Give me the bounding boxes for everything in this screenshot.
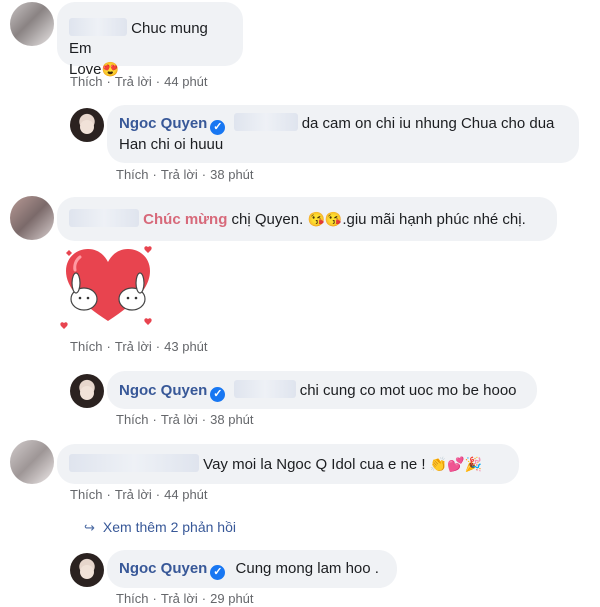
highlight-text: Chúc mừng [143, 211, 228, 228]
comment-actions: Thích · Trả lời · 38 phút [116, 167, 254, 182]
author-name[interactable]: Ngoc Quyen [119, 115, 207, 132]
timestamp[interactable]: 44 phút [164, 74, 207, 89]
reply-link[interactable]: Trả lời [161, 591, 198, 606]
comment-text: Vay moi la Ngoc Q Idol cua e ne ! [203, 456, 426, 473]
kiss-emoji-icon: 😘😘 [307, 211, 343, 227]
author-name[interactable]: Ngoc Quyen [119, 382, 207, 399]
timestamp[interactable]: 29 phút [210, 591, 253, 606]
redacted-name [69, 209, 139, 227]
redacted-name [69, 454, 199, 472]
clap-hearts-party-emoji-icon: 👏💕🎉 [429, 456, 482, 472]
timestamp[interactable]: 43 phút [164, 339, 207, 354]
redacted-name [233, 380, 296, 398]
avatar[interactable] [10, 2, 54, 46]
reply-arrow-icon: ↪ [84, 520, 95, 535]
reply-link[interactable]: Trả lời [161, 412, 198, 427]
comment-text: chị Quyen. [231, 211, 304, 228]
timestamp[interactable]: 38 phút [210, 167, 253, 182]
reply-link[interactable]: Trả lời [161, 167, 198, 182]
author-name[interactable]: Ngoc Quyen [119, 560, 207, 577]
comment-text: chi cung co mot uoc mo be hooo [299, 382, 517, 399]
like-link[interactable]: Thích [116, 591, 149, 606]
comment-text: da cam on chi iu nhung Chua cho dua [301, 115, 555, 132]
comment-actions: Thích · Trả lời · 43 phút [70, 339, 208, 354]
comment-text: Han chi oi huuu [119, 136, 224, 153]
avatar[interactable] [70, 108, 104, 142]
avatar[interactable] [70, 374, 104, 408]
comment-actions: Thích · Trả lời · 29 phút [116, 591, 254, 606]
heart-bunny-sticker[interactable] [60, 243, 156, 333]
redacted-name [233, 113, 298, 131]
avatar[interactable] [10, 440, 54, 484]
comment-bubble: Ngoc Quyen ✓ chi cung co mot uoc mo be ho… [107, 371, 537, 409]
view-more-label: Xem thêm 2 phản hồi [102, 519, 236, 535]
comment-bubble: Vay moi la Ngoc Q Idol cua e ne ! 👏💕🎉 [57, 444, 519, 484]
heart-sticker-icon [60, 246, 152, 329]
like-link[interactable]: Thích [116, 167, 149, 182]
comment-text: .giu mãi hạnh phúc nhé chị. [342, 211, 526, 228]
avatar[interactable] [10, 196, 54, 240]
comment-text: Cung mong lam hoo . [235, 560, 379, 577]
like-link[interactable]: Thích [116, 412, 149, 427]
like-link[interactable]: Thích [70, 339, 103, 354]
redacted-name [69, 18, 127, 36]
reply-link[interactable]: Trả lời [115, 74, 152, 89]
comment-actions: Thích · Trả lời · 38 phút [116, 412, 254, 427]
comment-actions: Thích · Trả lời · 44 phút [70, 487, 208, 502]
view-more-replies-link[interactable]: ↪ Xem thêm 2 phản hồi [84, 519, 236, 536]
reply-link[interactable]: Trả lời [115, 487, 152, 502]
verified-badge-icon: ✓ [210, 387, 226, 402]
like-link[interactable]: Thích [70, 74, 103, 89]
comment-bubble: Chuc mung Em Love😍 [57, 2, 243, 78]
verified-badge-icon: ✓ [210, 565, 226, 580]
avatar[interactable] [70, 553, 104, 587]
comment-bubble: Chúc mừng chị Quyen. 😘😘.giu mãi hạnh phú… [57, 197, 557, 241]
comment-actions: Thích · Trả lời · 44 phút [70, 74, 208, 89]
reply-link[interactable]: Trả lời [115, 339, 152, 354]
like-link[interactable]: Thích [70, 487, 103, 502]
verified-badge-icon: ✓ [210, 120, 226, 135]
comment-bubble: Ngoc Quyen ✓ Cung mong lam hoo . [107, 550, 397, 588]
timestamp[interactable]: 38 phút [210, 412, 253, 427]
timestamp[interactable]: 44 phút [164, 487, 207, 502]
comment-bubble: Ngoc Quyen ✓ da cam on chi iu nhung Chua … [107, 105, 579, 163]
